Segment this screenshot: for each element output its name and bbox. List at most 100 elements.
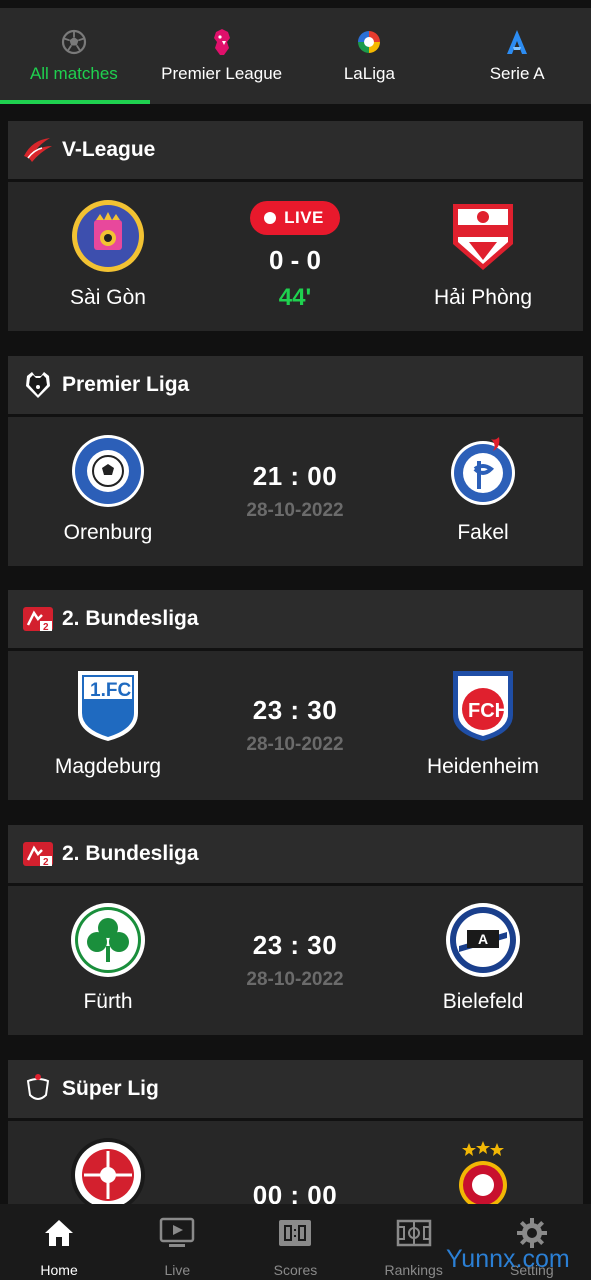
- tab-serie-a[interactable]: Serie A: [443, 8, 591, 104]
- match-status: 23 : 30 28-10-2022: [195, 651, 395, 800]
- league-header[interactable]: Premier Liga: [8, 356, 583, 414]
- match-body[interactable]: 00 : 00: [8, 1121, 583, 1204]
- away-team-name: Hải Phòng: [433, 286, 533, 309]
- match-status: 23 : 30 28-10-2022: [195, 886, 395, 1035]
- sai-gon-crest-icon: [70, 198, 146, 274]
- svg-text:2: 2: [43, 622, 49, 633]
- fakel-crest-icon: [445, 433, 521, 509]
- match-card[interactable]: 2 2. Bundesliga 1.FC Magdeburg 23 : 30 2…: [8, 590, 583, 800]
- pitch-icon: [394, 1216, 434, 1250]
- match-card[interactable]: Süper Lig 00 : 00: [8, 1060, 583, 1204]
- match-status: 00 : 00: [195, 1121, 395, 1204]
- bundesliga-2-logo-icon: 2: [22, 603, 54, 635]
- nav-home[interactable]: Home: [0, 1204, 118, 1280]
- match-body[interactable]: 1.FC Magdeburg 23 : 30 28-10-2022 FCH He…: [8, 651, 583, 800]
- bielefeld-crest-icon: A: [445, 902, 521, 978]
- watermark-text: Yunnx.com: [446, 1245, 570, 1273]
- live-dot-icon: [264, 212, 277, 224]
- away-team-name: Bielefeld: [442, 990, 524, 1013]
- karagumruk-crest-icon: [70, 1137, 146, 1204]
- super-lig-logo-icon: [22, 1073, 54, 1105]
- league-header[interactable]: 2 2. Bundesliga: [8, 590, 583, 648]
- tab-label: All matches: [29, 64, 118, 83]
- kickoff-time: 00 : 00: [252, 1180, 338, 1204]
- furth-clover-crest-icon: [70, 902, 146, 978]
- match-date: 28-10-2022: [246, 500, 344, 521]
- league-name: Premier Liga: [62, 373, 190, 396]
- match-score: 0 - 0: [268, 245, 322, 275]
- home-team-name: Magdeburg: [54, 755, 162, 778]
- premier-liga-bear-icon: [22, 369, 54, 401]
- league-name: V-League: [62, 138, 156, 161]
- kickoff-time: 23 : 30: [252, 930, 338, 960]
- kickoff-time: 21 : 00: [252, 461, 338, 491]
- home-team-name: Sài Gòn: [70, 286, 146, 309]
- away-team[interactable]: [383, 1137, 583, 1204]
- home-team[interactable]: Sài Gòn: [8, 198, 208, 310]
- nav-label: Rankings: [384, 1262, 443, 1278]
- tv-play-icon: [157, 1216, 197, 1250]
- orenburg-crest-icon: [70, 433, 146, 509]
- match-body[interactable]: Sài Gòn LIVE 0 - 0 44' Hải Phòng: [8, 182, 583, 331]
- scoreboard-icon: [275, 1216, 315, 1250]
- match-date: 28-10-2022: [246, 734, 344, 755]
- tab-premier-league[interactable]: Premier League: [148, 8, 296, 104]
- tab-label: Premier League: [161, 64, 283, 83]
- away-team-name: Fakel: [457, 521, 509, 544]
- v-league-logo-icon: [22, 134, 54, 166]
- away-team[interactable]: Fakel: [383, 433, 583, 545]
- league-name: 2. Bundesliga: [62, 842, 199, 865]
- heidenheim-crest-icon: FCH: [445, 667, 521, 743]
- tab-label: Serie A: [489, 64, 545, 83]
- league-header[interactable]: Süper Lig: [8, 1060, 583, 1118]
- home-team-name: Fürth: [83, 990, 133, 1013]
- match-list[interactable]: V-League Sài Gòn LIVE 0 - 0 44' Hải Phòn…: [0, 104, 591, 1204]
- away-team[interactable]: Hải Phòng: [383, 198, 583, 310]
- away-team[interactable]: FCH Heidenheim: [383, 667, 583, 779]
- svg-text:FCH: FCH: [468, 700, 509, 722]
- svg-text:A: A: [478, 931, 488, 947]
- live-badge: LIVE: [250, 201, 340, 235]
- league-name: 2. Bundesliga: [62, 607, 199, 630]
- nav-scores[interactable]: Scores: [236, 1204, 354, 1280]
- premier-league-lion-icon: [208, 28, 236, 56]
- serie-a-logo-icon: [503, 28, 531, 56]
- league-tab-bar: All matches Premier League LaLiga Serie …: [0, 8, 591, 104]
- home-icon: [39, 1216, 79, 1250]
- magdeburg-crest-icon: 1.FC: [70, 667, 146, 743]
- live-label: LIVE: [284, 208, 324, 227]
- match-minute: 44': [278, 284, 312, 311]
- league-name: Süper Lig: [62, 1077, 159, 1100]
- home-team[interactable]: [8, 1137, 208, 1204]
- tab-laliga[interactable]: LaLiga: [296, 8, 444, 104]
- match-body[interactable]: Orenburg 21 : 00 28-10-2022 Fakel: [8, 417, 583, 566]
- match-status: 21 : 00 28-10-2022: [195, 417, 395, 566]
- svg-text:1.FC: 1.FC: [90, 680, 131, 701]
- match-date: 28-10-2022: [246, 969, 344, 990]
- hai-phong-crest-icon: [445, 198, 521, 274]
- league-header[interactable]: V-League: [8, 121, 583, 179]
- svg-text:2: 2: [43, 857, 49, 868]
- tab-label: LaLiga: [343, 64, 395, 83]
- home-team[interactable]: Orenburg: [8, 433, 208, 545]
- laliga-logo-icon: [355, 28, 383, 56]
- away-team[interactable]: A Bielefeld: [383, 902, 583, 1014]
- kickoff-time: 23 : 30: [252, 695, 338, 725]
- nav-label: Live: [164, 1262, 191, 1278]
- nav-live[interactable]: Live: [118, 1204, 236, 1280]
- soccer-ball-icon: [60, 28, 88, 56]
- tab-all-matches[interactable]: All matches: [0, 8, 150, 104]
- league-header[interactable]: 2 2. Bundesliga: [8, 825, 583, 883]
- match-body[interactable]: Fürth 23 : 30 28-10-2022 A Bielefeld: [8, 886, 583, 1035]
- match-card[interactable]: 2 2. Bundesliga Fürth 23 : 30 28-10-2022…: [8, 825, 583, 1035]
- home-team[interactable]: Fürth: [8, 902, 208, 1014]
- home-team-name: Orenburg: [63, 521, 153, 544]
- match-card[interactable]: Premier Liga Orenburg 21 : 00 28-10-2022…: [8, 356, 583, 566]
- nav-label: Home: [40, 1262, 78, 1278]
- home-team[interactable]: 1.FC Magdeburg: [8, 667, 208, 779]
- match-status: LIVE 0 - 0 44': [195, 182, 395, 331]
- galatasaray-crest-icon: [445, 1137, 521, 1204]
- match-card[interactable]: V-League Sài Gòn LIVE 0 - 0 44' Hải Phòn…: [8, 121, 583, 331]
- bundesliga-2-logo-icon: 2: [22, 838, 54, 870]
- nav-label: Scores: [273, 1262, 318, 1278]
